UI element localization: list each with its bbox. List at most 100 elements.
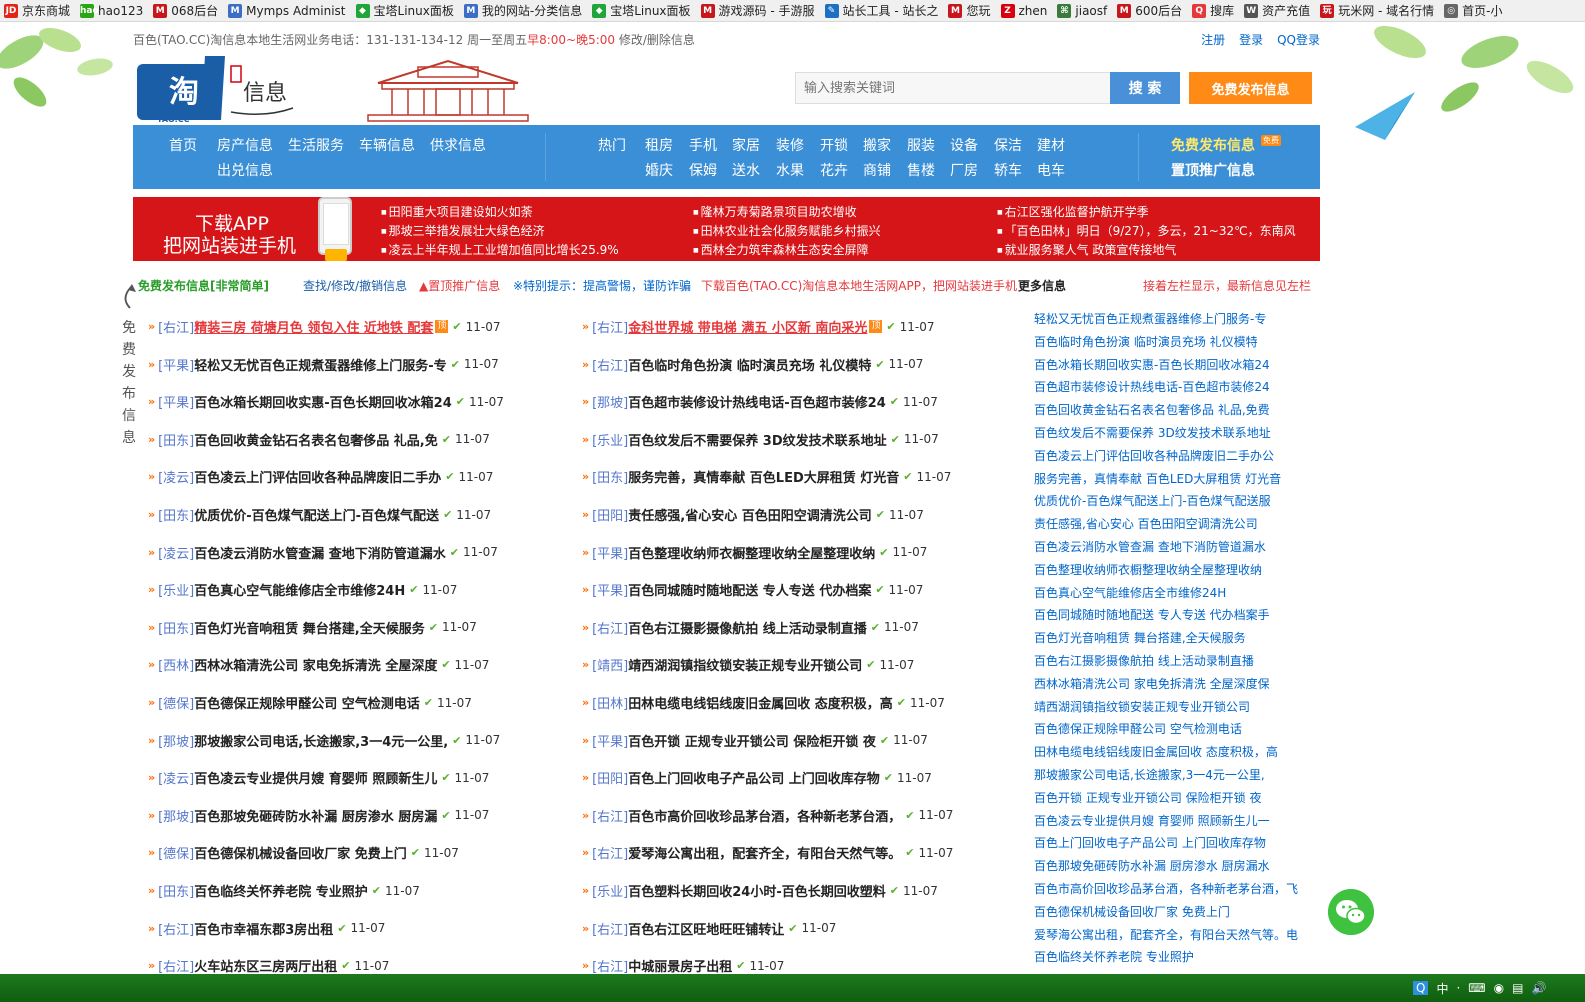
- list-item[interactable]: » [那坡] 百色那坡免砸砖防水补漏 厨房渗水 厨房漏 ✔ 11-07: [148, 797, 489, 834]
- bookmark-item[interactable]: Zzhen: [997, 0, 1054, 21]
- banner-news-item[interactable]: 右江区强化监督护航开学季: [997, 203, 1296, 222]
- download-app-link[interactable]: 下载百色(TAO.CC)淘信息本地生活网APP，把网站装进手机: [701, 277, 1017, 294]
- nav-category-link[interactable]: 花卉: [820, 160, 848, 180]
- list-item[interactable]: » [田阳] 责任感强,省心安心 百色田阳空调清洗公司 ✔ 11-07: [582, 496, 924, 533]
- free-publish-side-icon[interactable]: 免 费 发 布 信 息: [118, 284, 144, 449]
- listing-title[interactable]: 百色凌云消防水管查漏 查地下消防管道漏水: [194, 543, 446, 562]
- list-item[interactable]: » [平果] 百色冰箱长期回收实惠-百色长期回收冰箱24 ✔ 11-07: [148, 383, 504, 420]
- region-tag[interactable]: [右江]: [592, 843, 628, 862]
- nav-category-link[interactable]: 商铺: [863, 160, 891, 180]
- region-tag[interactable]: [那坡]: [158, 731, 194, 750]
- region-tag[interactable]: [凌云]: [158, 543, 194, 562]
- banner-news-item[interactable]: 田阳重大项目建设如火如荼: [381, 203, 619, 222]
- window-icon[interactable]: ▤: [1512, 981, 1523, 995]
- list-item[interactable]: » [平果] 百色开锁 正规专业开锁公司 保险柜开锁 夜 ✔ 11-07: [582, 722, 928, 759]
- listing-title[interactable]: 火车站东区三房两厅出租: [194, 956, 337, 974]
- list-item[interactable]: » [凌云] 百色凌云消防水管查漏 查地下消防管道漏水 ✔ 11-07: [148, 534, 498, 571]
- region-tag[interactable]: [右江]: [592, 355, 628, 374]
- region-tag[interactable]: [德保]: [158, 693, 194, 712]
- listing-title[interactable]: 百色冰箱长期回收实惠-百色长期回收冰箱24: [194, 392, 452, 411]
- listing-title[interactable]: 百色凌云专业提供月嫂 育婴师 照顾新生儿: [194, 768, 437, 787]
- list-item[interactable]: » [田东] 优质优价-百色煤气配送上门-百色煤气配送 ✔ 11-07: [148, 496, 491, 533]
- bookmark-item[interactable]: Q 搜库: [1188, 0, 1240, 21]
- right-list-item[interactable]: 百色德保机械设备回收厂家 免费上门: [1034, 901, 1314, 924]
- right-list-item[interactable]: 那坡搬家公司电话,长途搬家,3一4元一公里,: [1034, 764, 1314, 787]
- nav-link[interactable]: 首页: [169, 135, 197, 155]
- search-input[interactable]: [795, 72, 1111, 104]
- nav-link[interactable]: 车辆信息: [359, 135, 415, 155]
- region-tag[interactable]: [田东]: [158, 505, 194, 524]
- region-tag[interactable]: [靖西]: [592, 655, 628, 674]
- list-item[interactable]: » [平果] 百色整理收纳师衣橱整理收纳全屋整理收纳 ✔ 11-07: [582, 534, 927, 571]
- listing-title[interactable]: 金科世界城 带电梯 满五 小区新 南向采光: [628, 317, 867, 336]
- list-item[interactable]: » [田阳] 百色上门回收电子产品公司 上门回收库存物 ✔ 11-07: [582, 759, 932, 796]
- region-tag[interactable]: [右江]: [592, 618, 628, 637]
- region-tag[interactable]: [田东]: [158, 618, 194, 637]
- right-list-item[interactable]: 百色凌云上门评估回收各种品牌废旧二手办公: [1034, 445, 1314, 468]
- nav-category-link[interactable]: 租房: [645, 135, 673, 155]
- region-tag[interactable]: [德保]: [158, 843, 194, 862]
- ime-mode[interactable]: ·: [1456, 981, 1460, 995]
- region-tag[interactable]: [乐业]: [592, 881, 628, 900]
- right-list-item[interactable]: 责任感强,省心安心 百色田阳空调清洗公司: [1034, 513, 1314, 536]
- nav-link[interactable]: 出兑信息: [217, 160, 273, 180]
- region-tag[interactable]: [田阳]: [592, 768, 628, 787]
- region-tag[interactable]: [田东]: [158, 881, 194, 900]
- list-item[interactable]: » [乐业] 百色塑料长期回收24小时-百色长期回收塑料 ✔ 11-07: [582, 872, 938, 909]
- banner-news-item[interactable]: 「百色田林」明日（9/27），多云，21~32℃，东南风: [997, 222, 1296, 241]
- list-item[interactable]: » [乐业] 百色真心空气能维修店全市维修24H ✔ 11-07: [148, 571, 457, 608]
- nav-link[interactable]: 供求信息: [430, 135, 486, 155]
- banner-news-item[interactable]: 就业服务聚人气 政策宣传接地气: [997, 241, 1296, 260]
- list-item[interactable]: » [右江] 中城丽景房子出租 ✔ 11-07: [582, 947, 784, 974]
- nav-category-link[interactable]: 开锁: [820, 135, 848, 155]
- right-list-item[interactable]: 百色凌云消防水管查漏 查地下消防管道漏水: [1034, 536, 1314, 559]
- region-tag[interactable]: [右江]: [592, 806, 628, 825]
- right-list-item[interactable]: 百色上门回收电子产品公司 上门回收库存物: [1034, 832, 1314, 855]
- listing-title[interactable]: 百色那坡免砸砖防水补漏 厨房渗水 厨房漏: [194, 806, 437, 825]
- listing-title[interactable]: 那坡搬家公司电话,长途搬家,3一4元一公里,: [194, 731, 448, 750]
- right-list-item[interactable]: 田林电缆电线铝线废旧金属回收 态度积极，高: [1034, 741, 1314, 764]
- right-list-item[interactable]: 百色同城随时随地配送 专人专送 代办档案手: [1034, 604, 1314, 627]
- list-item[interactable]: » [右江] 百色临时角色扮演 临时演员充场 礼仪模特 ✔ 11-07: [582, 346, 923, 383]
- listing-title[interactable]: 服务完善，真情奉献 百色LED大屏租赁 灯光音: [628, 467, 899, 486]
- right-list-item[interactable]: 百色凌云专业提供月嫂 育婴师 照顾新生儿一: [1034, 810, 1314, 833]
- nav-category-link[interactable]: 保姆: [689, 160, 717, 180]
- nav-category-link[interactable]: 服装: [907, 135, 935, 155]
- list-item[interactable]: » [乐业] 百色纹发后不需要保养 3D纹发技术联系地址 ✔ 11-07: [582, 421, 939, 458]
- listing-title[interactable]: 百色上门回收电子产品公司 上门回收库存物: [628, 768, 880, 787]
- banner-news-item[interactable]: 那坡三举措发展壮大绿色经济: [381, 222, 619, 241]
- region-tag[interactable]: [田东]: [592, 467, 628, 486]
- download-app-promo[interactable]: 下载APP 把网站装进手机: [133, 197, 363, 261]
- region-tag[interactable]: [平果]: [592, 543, 628, 562]
- nav-free-publish-link[interactable]: 免费发布信息: [1171, 135, 1255, 155]
- region-tag[interactable]: [右江]: [158, 317, 194, 336]
- bookmark-item[interactable]: M 游戏源码 - 手游服: [697, 0, 821, 21]
- listing-title[interactable]: 靖西湖润镇指纹锁安装正规专业开锁公司: [628, 655, 862, 674]
- nav-category-link[interactable]: 厂房: [950, 160, 978, 180]
- list-item[interactable]: » [右江] 爱琴海公寓出租，配套齐全，有阳台天然气等。 ✔ 11-07: [582, 834, 953, 871]
- list-item[interactable]: » [平果] 百色同城随时随地配送 专人专送 代办档案 ✔ 11-07: [582, 571, 923, 608]
- right-list-item[interactable]: 百色德保正规除甲醛公司 空气检测电话: [1034, 718, 1314, 741]
- listing-title[interactable]: 百色纹发后不需要保养 3D纹发技术联系地址: [628, 430, 886, 449]
- region-tag[interactable]: [那坡]: [592, 392, 628, 411]
- listing-title[interactable]: 田林电缆电线铝线废旧金属回收 态度积极，高: [628, 693, 893, 712]
- nav-category-link[interactable]: 建材: [1037, 135, 1065, 155]
- list-item[interactable]: » [凌云] 百色凌云专业提供月嫂 育婴师 照顾新生儿 ✔ 11-07: [148, 759, 489, 796]
- wechat-icon[interactable]: [1328, 889, 1374, 935]
- listing-title[interactable]: 百色灯光音响租赁 舞台搭建,全天候服务: [194, 618, 424, 637]
- list-item[interactable]: » [德保] 百色德保正规除甲醛公司 空气检测电话 ✔ 11-07: [148, 684, 472, 721]
- region-tag[interactable]: [右江]: [158, 956, 194, 974]
- network-icon[interactable]: ◉: [1494, 981, 1504, 995]
- right-list-item[interactable]: 优质优价-百色煤气配送上门-百色煤气配送服: [1034, 490, 1314, 513]
- list-item[interactable]: » [右江] 百色右江区旺地旺旺铺转让 ✔ 11-07: [582, 910, 836, 947]
- list-item[interactable]: » [那坡] 那坡搬家公司电话,长途搬家,3一4元一公里, ✔ 11-07: [148, 722, 500, 759]
- bookmark-item[interactable]: W 资产充值: [1240, 0, 1316, 21]
- top-promo-link[interactable]: ▲置顶推广信息: [419, 277, 500, 294]
- right-list-item[interactable]: 百色真心空气能维修店全市维修24H: [1034, 582, 1314, 605]
- region-tag[interactable]: [平果]: [592, 731, 628, 750]
- listing-title[interactable]: 百色临终关怀养老院 专业照护: [194, 881, 368, 900]
- listing-title[interactable]: 百色德保正规除甲醛公司 空气检测电话: [194, 693, 420, 712]
- region-tag[interactable]: [右江]: [592, 317, 628, 336]
- nav-category-link[interactable]: 婚庆: [645, 160, 673, 180]
- listing-title[interactable]: 百色塑料长期回收24小时-百色长期回收塑料: [628, 881, 886, 900]
